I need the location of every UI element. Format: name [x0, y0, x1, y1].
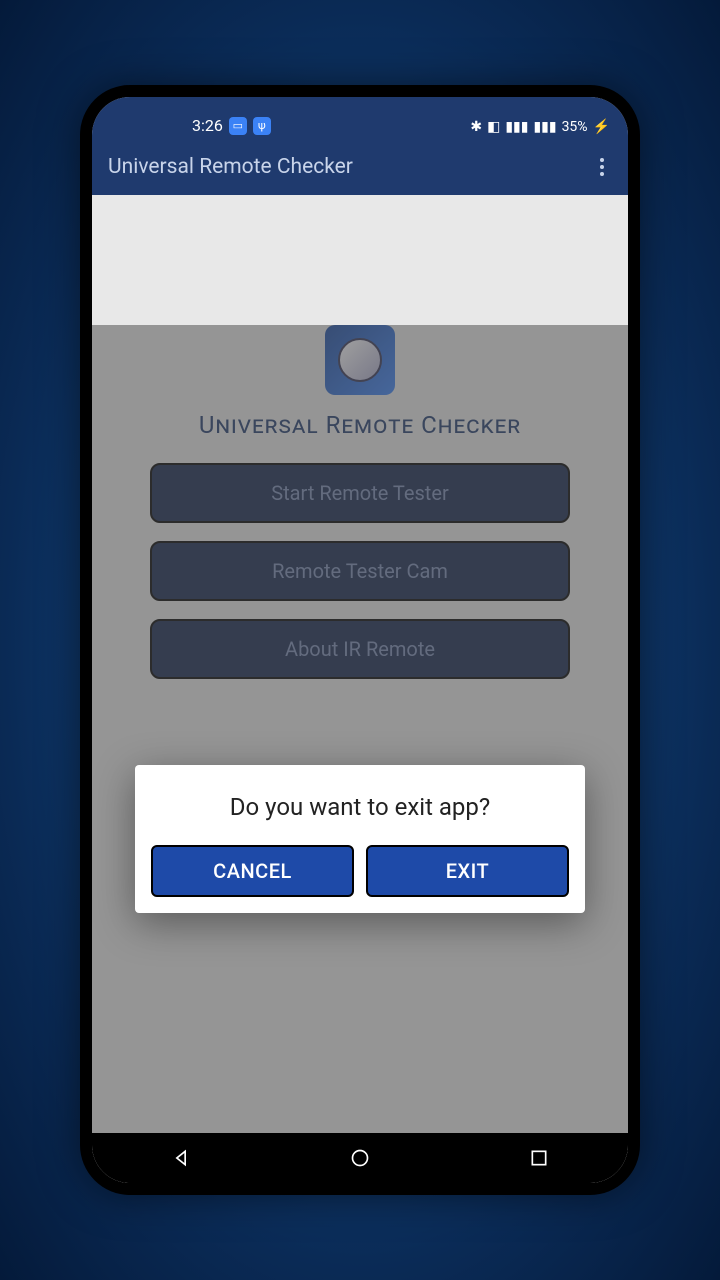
- signal-icon: ▮▮▮: [505, 119, 528, 135]
- usb-icon: ψ: [253, 117, 271, 135]
- overflow-menu-icon[interactable]: [592, 150, 612, 184]
- navigation-bar: [92, 1133, 628, 1183]
- status-bar: 3:26 ▭ ψ ✱ ◧ ▮▮▮ ▮▮▮ 35% ⚡: [92, 97, 628, 139]
- vibrate-icon: ◧: [487, 119, 500, 135]
- app-title: Universal Remote Checker: [108, 155, 353, 179]
- cancel-button[interactable]: CANCEL: [151, 845, 354, 897]
- back-icon[interactable]: [171, 1148, 191, 1168]
- charging-icon: ⚡: [593, 119, 610, 135]
- modal-scrim[interactable]: [92, 325, 628, 1183]
- battery-text: 35%: [562, 119, 588, 135]
- android-icon: ▭: [229, 117, 247, 135]
- app-bar: Universal Remote Checker: [92, 139, 628, 195]
- home-icon[interactable]: [350, 1148, 370, 1168]
- bluetooth-icon: ✱: [470, 119, 482, 135]
- recents-icon[interactable]: [529, 1148, 549, 1168]
- dialog-message: Do you want to exit app?: [151, 793, 569, 821]
- signal-icon-2: ▮▮▮: [533, 119, 556, 135]
- main-content: Universal Remote Checker Start Remote Te…: [92, 325, 628, 1183]
- exit-button[interactable]: EXIT: [366, 845, 569, 897]
- screen: 3:26 ▭ ψ ✱ ◧ ▮▮▮ ▮▮▮ 35% ⚡ Universal Rem…: [92, 97, 628, 1183]
- status-time: 3:26: [192, 116, 223, 135]
- exit-dialog: Do you want to exit app? CANCEL EXIT: [135, 765, 585, 913]
- device-frame: 3:26 ▭ ψ ✱ ◧ ▮▮▮ ▮▮▮ 35% ⚡ Universal Rem…: [80, 85, 640, 1195]
